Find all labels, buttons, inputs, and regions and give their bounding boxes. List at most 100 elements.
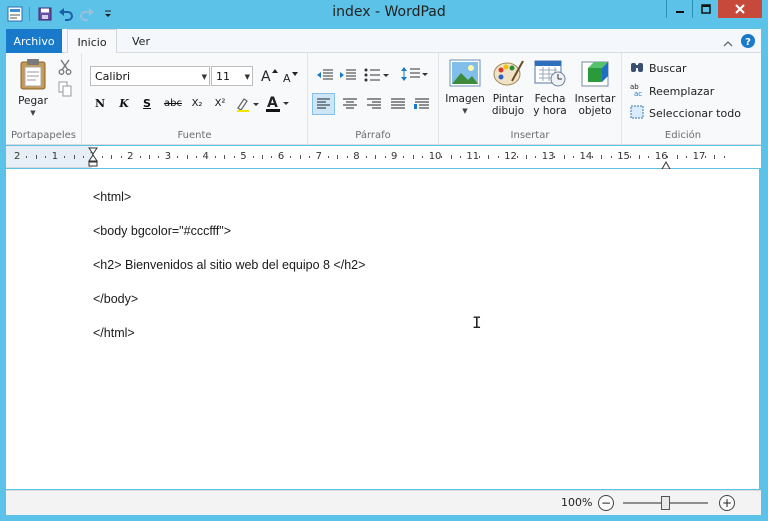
ruler-tick xyxy=(535,156,537,158)
ruler-number: 14 xyxy=(579,151,593,162)
line-spacing-icon[interactable] xyxy=(401,66,429,86)
datetime-label-2: y hora xyxy=(533,105,567,117)
paragraph-settings-icon[interactable] xyxy=(413,95,431,117)
subscript-button[interactable]: X₂ xyxy=(187,94,207,114)
ruler-tick xyxy=(459,156,461,158)
grow-font-icon[interactable]: A xyxy=(260,67,278,87)
ruler-tick xyxy=(148,155,150,159)
justify-icon[interactable] xyxy=(389,95,407,117)
align-left-button[interactable] xyxy=(312,93,335,115)
ruler-tick xyxy=(441,156,443,158)
cut-icon[interactable] xyxy=(58,59,72,79)
text-color-icon[interactable]: A xyxy=(265,94,291,116)
close-button[interactable] xyxy=(718,0,762,18)
help-icon[interactable]: ? xyxy=(741,33,755,52)
window-title: index - WordPad xyxy=(332,4,446,20)
underline-button[interactable]: S xyxy=(137,94,157,114)
ruler-tick xyxy=(488,155,490,159)
ruler-tick xyxy=(309,156,311,158)
ruler-tick xyxy=(271,156,273,158)
insert-object-button[interactable]: Insertar objeto xyxy=(572,59,618,117)
datetime-label-1: Fecha xyxy=(534,93,566,105)
strikethrough-button[interactable]: abc xyxy=(161,94,185,114)
ruler-tick xyxy=(412,155,414,159)
object-label-2: objeto xyxy=(578,105,612,117)
ruler-tick xyxy=(629,156,631,158)
ruler-number: 10 xyxy=(428,151,442,162)
ruler-number: 6 xyxy=(277,151,285,162)
svg-text:A: A xyxy=(261,69,271,83)
ruler-tick xyxy=(516,156,518,158)
align-center-icon[interactable] xyxy=(341,95,359,117)
select-all-button[interactable]: Seleccionar todo xyxy=(630,105,741,122)
tab-file[interactable]: Archivo xyxy=(6,29,62,53)
ruler-number: 5 xyxy=(240,151,247,162)
decrease-indent-icon[interactable] xyxy=(316,67,334,86)
maximize-button[interactable] xyxy=(692,0,718,18)
zoom-level: 100% xyxy=(561,496,593,509)
replace-button[interactable]: ab ac Reemplazar xyxy=(630,83,714,100)
ruler-tick xyxy=(384,156,386,158)
font-family-value: Calibri xyxy=(95,69,131,83)
ruler-tick xyxy=(139,156,141,158)
ruler-tick xyxy=(422,156,424,158)
highlight-color-icon[interactable] xyxy=(235,96,261,116)
group-insert: Imagen ▼ Pintar dibujo Fecha y hora Inse… xyxy=(439,53,622,145)
ruler-tick xyxy=(101,156,103,158)
increase-indent-icon[interactable] xyxy=(339,67,357,86)
ruler-tick xyxy=(26,156,28,158)
paragraph-group-label: Párrafo xyxy=(355,130,391,141)
insert-group-label: Insertar xyxy=(510,130,550,141)
paste-button[interactable]: Pegar ▼ xyxy=(12,58,54,119)
minimize-button[interactable] xyxy=(666,0,692,18)
date-time-button[interactable]: Fecha y hora xyxy=(529,59,571,117)
italic-button[interactable]: K xyxy=(114,94,134,114)
replace-icon: ab ac xyxy=(630,83,644,100)
collapse-ribbon-icon[interactable] xyxy=(723,33,733,52)
ruler-tick xyxy=(591,156,593,158)
bold-button[interactable]: N xyxy=(90,94,110,114)
ribbon-tab-bar: Archivo Inicio Ver ? xyxy=(6,29,761,54)
find-button[interactable]: Buscar xyxy=(630,61,687,76)
paint-drawing-button[interactable]: Pintar dibujo xyxy=(487,59,529,117)
paint-palette-icon xyxy=(492,60,524,90)
shrink-font-icon[interactable]: A xyxy=(282,69,298,88)
tab-home[interactable]: Inicio xyxy=(67,29,117,54)
doc-line-5: </html> xyxy=(93,326,135,340)
ruler-tick xyxy=(186,155,188,159)
group-clipboard: Pegar ▼ Portapapeles xyxy=(6,53,82,145)
document-area[interactable]: <html> <body bgcolor="#cccfff"> <h2> Bie… xyxy=(6,169,759,489)
font-size-select[interactable]: 11 ▼ xyxy=(211,66,253,86)
zoom-in-button[interactable]: + xyxy=(719,495,735,511)
ruler-tick xyxy=(233,156,235,158)
ruler-number: 17 xyxy=(692,151,706,162)
group-paragraph: Párrafo xyxy=(308,53,439,145)
insert-image-button[interactable]: Imagen ▼ xyxy=(443,59,487,117)
ruler-tick xyxy=(299,155,301,159)
first-line-indent-marker[interactable] xyxy=(88,147,98,171)
superscript-button[interactable]: X² xyxy=(210,94,230,114)
paste-icon xyxy=(18,59,48,93)
font-group-label: Fuente xyxy=(177,130,212,141)
paint-label-1: Pintar xyxy=(492,93,524,105)
tab-view[interactable]: Ver xyxy=(122,29,160,53)
copy-icon[interactable] xyxy=(58,81,72,101)
zoom-out-button[interactable]: − xyxy=(598,495,614,511)
bullet-list-icon[interactable] xyxy=(364,67,390,86)
ruler-tick xyxy=(252,156,254,158)
ruler-tick xyxy=(224,155,226,159)
font-size-value: 11 xyxy=(216,69,230,83)
status-bar: 100% − + xyxy=(6,490,761,515)
svg-text:A: A xyxy=(267,95,278,111)
ruler-tick xyxy=(73,155,75,159)
ruler-number: 8 xyxy=(353,151,360,162)
ruler[interactable]: 211234567891011121314151617 xyxy=(6,146,761,171)
svg-text:ac: ac xyxy=(634,90,642,97)
ruler-tick xyxy=(177,156,179,158)
ruler-tick xyxy=(158,156,160,158)
ruler-number: 2 xyxy=(14,151,21,162)
zoom-slider-thumb[interactable] xyxy=(660,496,670,510)
font-family-select[interactable]: Calibri ▼ xyxy=(90,66,210,86)
group-editing: Buscar ab ac Reemplazar Seleccionar todo … xyxy=(622,53,744,145)
align-right-icon[interactable] xyxy=(365,95,383,117)
